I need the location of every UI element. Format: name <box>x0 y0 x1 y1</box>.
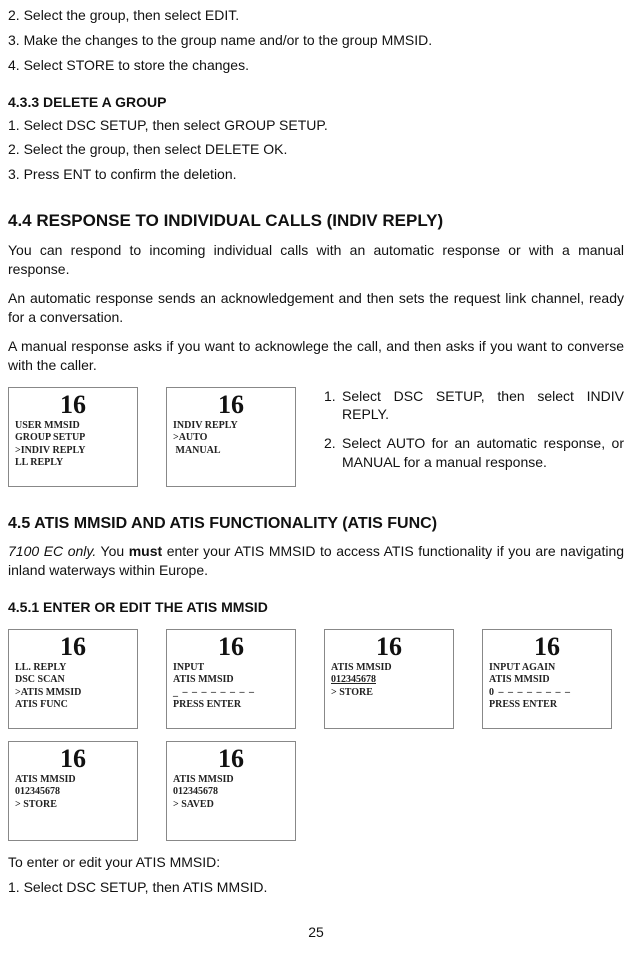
screen-451-4: 16 INPUT AGAIN ATIS MMSID 0 – – – – – – … <box>482 629 612 729</box>
para-4-4-3: A manual response asks if you want to ac… <box>8 337 624 375</box>
step-451-1: 1. Select DSC SETUP, then ATIS MMSID. <box>8 878 624 897</box>
step-num: 2. <box>324 434 342 472</box>
screen-lines: ATIS MMSID 012345678 > STORE <box>331 662 447 700</box>
screen-451-2: 16 INPUT ATIS MMSID _ – – – – – – – – PR… <box>166 629 296 729</box>
step-4-3-3-3: 3. Press ENT to confirm the deletion. <box>8 165 624 184</box>
screen-lines: INPUT ATIS MMSID _ – – – – – – – – PRESS… <box>173 662 289 712</box>
screen-4-4-b: 16 INDIV REPLY >AUTO MANUAL <box>166 387 296 487</box>
screen-lines: ATIS MMSID 012345678 > SAVED <box>173 774 289 812</box>
lead-mid: You <box>96 543 128 559</box>
screen-lines: INPUT AGAIN ATIS MMSID 0 – – – – – – – –… <box>489 662 605 712</box>
screen-channel: 16 <box>15 746 131 772</box>
row-4-5-1-a: 16 LL. REPLY DSC SCAN >ATIS MMSID ATIS F… <box>8 629 624 729</box>
para-4-4-1: You can respond to incoming individual c… <box>8 241 624 279</box>
para-4-4-2: An automatic response sends an acknowled… <box>8 289 624 327</box>
screen-channel: 16 <box>489 634 605 660</box>
steps-4-4-side: 1.Select DSC SETUP, then select INDIV RE… <box>324 387 624 483</box>
line-451-post: To enter or edit your ATIS MMSID: <box>8 853 624 872</box>
screen-channel: 16 <box>331 634 447 660</box>
heading-4-3-3: 4.3.3 DELETE A GROUP <box>8 93 624 112</box>
screen-channel: 16 <box>173 746 289 772</box>
step-text: Select AUTO for an automatic response, o… <box>342 434 624 472</box>
screen-channel: 16 <box>173 392 289 418</box>
screen-channel: 16 <box>15 634 131 660</box>
screen-4-4-a: 16 USER MMSID GROUP SETUP >INDIV REPLY L… <box>8 387 138 487</box>
screen-451-5: 16 ATIS MMSID 012345678 > STORE <box>8 741 138 841</box>
screen-451-6: 16 ATIS MMSID 012345678 > SAVED <box>166 741 296 841</box>
screen-lines: LL. REPLY DSC SCAN >ATIS MMSID ATIS FUNC <box>15 662 131 712</box>
step-4-3-3-2: 2. Select the group, then select DELETE … <box>8 140 624 159</box>
step-text: Select DSC SETUP, then select INDIV REPL… <box>342 387 624 425</box>
page-number: 25 <box>8 923 624 942</box>
para-4-5-lead: 7100 EC only. You must enter your ATIS M… <box>8 542 624 580</box>
row-4-5-1-b: 16 ATIS MMSID 012345678 > STORE 16 ATIS … <box>8 741 624 841</box>
step-4-3-2-4: 4. Select STORE to store the changes. <box>8 56 624 75</box>
heading-4-5: 4.5 ATIS MMSID AND ATIS FUNCTIONALITY (A… <box>8 513 624 535</box>
screen-451-3: 16 ATIS MMSID 012345678 > STORE <box>324 629 454 729</box>
lead-italic: 7100 EC only. <box>8 543 96 559</box>
screen-451-1: 16 LL. REPLY DSC SCAN >ATIS MMSID ATIS F… <box>8 629 138 729</box>
lead-bold: must <box>129 543 162 559</box>
row-4-4-screens: 16 USER MMSID GROUP SETUP >INDIV REPLY L… <box>8 387 624 487</box>
screen-lines: INDIV REPLY >AUTO MANUAL <box>173 420 289 458</box>
screen-lines: ATIS MMSID 012345678 > STORE <box>15 774 131 812</box>
heading-4-5-1: 4.5.1 ENTER OR EDIT THE ATIS MMSID <box>8 598 624 617</box>
screen-channel: 16 <box>15 392 131 418</box>
step-4-3-2-2: 2. Select the group, then select EDIT. <box>8 6 624 25</box>
screen-channel: 16 <box>173 634 289 660</box>
step-4-3-3-1: 1. Select DSC SETUP, then select GROUP S… <box>8 116 624 135</box>
heading-4-4: 4.4 RESPONSE TO INDIVIDUAL CALLS (INDIV … <box>8 210 624 233</box>
step-4-3-2-3: 3. Make the changes to the group name an… <box>8 31 624 50</box>
step-num: 1. <box>324 387 342 425</box>
screen-lines: USER MMSID GROUP SETUP >INDIV REPLY LL R… <box>15 420 131 470</box>
